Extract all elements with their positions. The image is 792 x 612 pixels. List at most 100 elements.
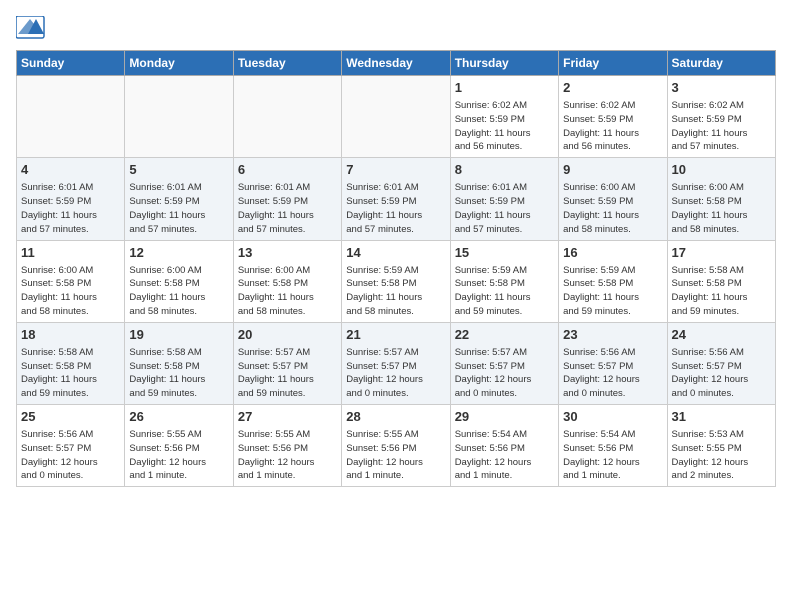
day-info: Sunrise: 5:57 AM Sunset: 5:57 PM Dayligh… bbox=[346, 346, 445, 401]
calendar-cell: 23 Sunrise: 5:56 AM Sunset: 5:57 PM Dayli… bbox=[559, 322, 667, 404]
day-number: 12 bbox=[129, 244, 228, 262]
day-info: Sunrise: 6:00 AM Sunset: 5:58 PM Dayligh… bbox=[129, 264, 228, 319]
day-number: 5 bbox=[129, 161, 228, 179]
calendar-body: 1 Sunrise: 6:02 AM Sunset: 5:59 PM Daylig… bbox=[17, 76, 776, 487]
day-info: Sunrise: 6:02 AM Sunset: 5:59 PM Dayligh… bbox=[455, 99, 554, 154]
day-info: Sunrise: 6:02 AM Sunset: 5:59 PM Dayligh… bbox=[563, 99, 662, 154]
calendar-cell: 15 Sunrise: 5:59 AM Sunset: 5:58 PM Dayli… bbox=[450, 240, 558, 322]
day-info: Sunrise: 5:59 AM Sunset: 5:58 PM Dayligh… bbox=[346, 264, 445, 319]
calendar-cell: 8Sunrise: 6:01 AM Sunset: 5:59 PM Daylig… bbox=[450, 158, 558, 240]
calendar-cell: 5 Sunrise: 6:01 AM Sunset: 5:59 PM Daylig… bbox=[125, 158, 233, 240]
calendar-cell bbox=[125, 76, 233, 158]
day-number: 1 bbox=[455, 79, 554, 97]
day-info: Sunrise: 5:56 AM Sunset: 5:57 PM Dayligh… bbox=[21, 428, 120, 483]
calendar-cell: 31 Sunrise: 5:53 AM Sunset: 5:55 PM Dayli… bbox=[667, 405, 775, 487]
day-number: 30 bbox=[563, 408, 662, 426]
calendar-cell bbox=[17, 76, 125, 158]
day-info: Sunrise: 5:57 AM Sunset: 5:57 PM Dayligh… bbox=[238, 346, 337, 401]
day-number: 7 bbox=[346, 161, 445, 179]
calendar-cell: 26Sunrise: 5:55 AM Sunset: 5:56 PM Dayli… bbox=[125, 405, 233, 487]
day-number: 27 bbox=[238, 408, 337, 426]
day-info: Sunrise: 6:00 AM Sunset: 5:59 PM Dayligh… bbox=[563, 181, 662, 236]
day-number: 18 bbox=[21, 326, 120, 344]
week-row-5: 25 Sunrise: 5:56 AM Sunset: 5:57 PM Dayli… bbox=[17, 405, 776, 487]
day-header-saturday: Saturday bbox=[667, 51, 775, 76]
calendar-cell: 10 Sunrise: 6:00 AM Sunset: 5:58 PM Dayli… bbox=[667, 158, 775, 240]
header-row: SundayMondayTuesdayWednesdayThursdayFrid… bbox=[17, 51, 776, 76]
calendar-cell: 12 Sunrise: 6:00 AM Sunset: 5:58 PM Dayli… bbox=[125, 240, 233, 322]
day-number: 6 bbox=[238, 161, 337, 179]
week-row-4: 18 Sunrise: 5:58 AM Sunset: 5:58 PM Dayli… bbox=[17, 322, 776, 404]
day-number: 3 bbox=[672, 79, 771, 97]
calendar-cell: 3Sunrise: 6:02 AM Sunset: 5:59 PM Daylig… bbox=[667, 76, 775, 158]
calendar-cell: 4 Sunrise: 6:01 AM Sunset: 5:59 PM Daylig… bbox=[17, 158, 125, 240]
day-number: 28 bbox=[346, 408, 445, 426]
logo-icon bbox=[16, 16, 46, 40]
calendar-cell: 1 Sunrise: 6:02 AM Sunset: 5:59 PM Daylig… bbox=[450, 76, 558, 158]
day-info: Sunrise: 6:00 AM Sunset: 5:58 PM Dayligh… bbox=[238, 264, 337, 319]
day-info: Sunrise: 5:54 AM Sunset: 5:56 PM Dayligh… bbox=[563, 428, 662, 483]
calendar-cell: 13Sunrise: 6:00 AM Sunset: 5:58 PM Dayli… bbox=[233, 240, 341, 322]
day-header-wednesday: Wednesday bbox=[342, 51, 450, 76]
day-info: Sunrise: 6:01 AM Sunset: 5:59 PM Dayligh… bbox=[129, 181, 228, 236]
calendar-header: SundayMondayTuesdayWednesdayThursdayFrid… bbox=[17, 51, 776, 76]
day-info: Sunrise: 5:57 AM Sunset: 5:57 PM Dayligh… bbox=[455, 346, 554, 401]
calendar-cell: 24 Sunrise: 5:56 AM Sunset: 5:57 PM Dayli… bbox=[667, 322, 775, 404]
day-number: 15 bbox=[455, 244, 554, 262]
day-info: Sunrise: 6:01 AM Sunset: 5:59 PM Dayligh… bbox=[346, 181, 445, 236]
page-header bbox=[16, 16, 776, 40]
day-number: 19 bbox=[129, 326, 228, 344]
day-number: 16 bbox=[563, 244, 662, 262]
calendar-cell: 21Sunrise: 5:57 AM Sunset: 5:57 PM Dayli… bbox=[342, 322, 450, 404]
day-number: 25 bbox=[21, 408, 120, 426]
day-info: Sunrise: 5:59 AM Sunset: 5:58 PM Dayligh… bbox=[455, 264, 554, 319]
calendar-cell: 11Sunrise: 6:00 AM Sunset: 5:58 PM Dayli… bbox=[17, 240, 125, 322]
calendar-cell: 2 Sunrise: 6:02 AM Sunset: 5:59 PM Daylig… bbox=[559, 76, 667, 158]
day-number: 23 bbox=[563, 326, 662, 344]
calendar-cell: 19Sunrise: 5:58 AM Sunset: 5:58 PM Dayli… bbox=[125, 322, 233, 404]
calendar-cell: 30 Sunrise: 5:54 AM Sunset: 5:56 PM Dayli… bbox=[559, 405, 667, 487]
day-header-monday: Monday bbox=[125, 51, 233, 76]
day-number: 31 bbox=[672, 408, 771, 426]
day-info: Sunrise: 5:56 AM Sunset: 5:57 PM Dayligh… bbox=[563, 346, 662, 401]
calendar-cell: 25 Sunrise: 5:56 AM Sunset: 5:57 PM Dayli… bbox=[17, 405, 125, 487]
calendar-cell bbox=[233, 76, 341, 158]
day-info: Sunrise: 5:54 AM Sunset: 5:56 PM Dayligh… bbox=[455, 428, 554, 483]
day-number: 4 bbox=[21, 161, 120, 179]
day-number: 2 bbox=[563, 79, 662, 97]
week-row-2: 4 Sunrise: 6:01 AM Sunset: 5:59 PM Daylig… bbox=[17, 158, 776, 240]
day-info: Sunrise: 6:00 AM Sunset: 5:58 PM Dayligh… bbox=[21, 264, 120, 319]
calendar-cell: 28 Sunrise: 5:55 AM Sunset: 5:56 PM Dayli… bbox=[342, 405, 450, 487]
calendar-cell: 6 Sunrise: 6:01 AM Sunset: 5:59 PM Daylig… bbox=[233, 158, 341, 240]
calendar-cell: 22 Sunrise: 5:57 AM Sunset: 5:57 PM Dayli… bbox=[450, 322, 558, 404]
calendar-cell: 20 Sunrise: 5:57 AM Sunset: 5:57 PM Dayli… bbox=[233, 322, 341, 404]
day-number: 24 bbox=[672, 326, 771, 344]
day-number: 10 bbox=[672, 161, 771, 179]
day-info: Sunrise: 6:01 AM Sunset: 5:59 PM Dayligh… bbox=[21, 181, 120, 236]
day-number: 8 bbox=[455, 161, 554, 179]
week-row-3: 11Sunrise: 6:00 AM Sunset: 5:58 PM Dayli… bbox=[17, 240, 776, 322]
day-info: Sunrise: 6:00 AM Sunset: 5:58 PM Dayligh… bbox=[672, 181, 771, 236]
calendar-cell: 29Sunrise: 5:54 AM Sunset: 5:56 PM Dayli… bbox=[450, 405, 558, 487]
day-info: Sunrise: 5:58 AM Sunset: 5:58 PM Dayligh… bbox=[21, 346, 120, 401]
day-info: Sunrise: 6:01 AM Sunset: 5:59 PM Dayligh… bbox=[238, 181, 337, 236]
day-info: Sunrise: 5:55 AM Sunset: 5:56 PM Dayligh… bbox=[346, 428, 445, 483]
day-header-sunday: Sunday bbox=[17, 51, 125, 76]
day-number: 20 bbox=[238, 326, 337, 344]
day-info: Sunrise: 5:55 AM Sunset: 5:56 PM Dayligh… bbox=[238, 428, 337, 483]
day-number: 22 bbox=[455, 326, 554, 344]
day-header-tuesday: Tuesday bbox=[233, 51, 341, 76]
day-info: Sunrise: 5:58 AM Sunset: 5:58 PM Dayligh… bbox=[672, 264, 771, 319]
day-number: 14 bbox=[346, 244, 445, 262]
day-number: 26 bbox=[129, 408, 228, 426]
calendar-cell: 27 Sunrise: 5:55 AM Sunset: 5:56 PM Dayli… bbox=[233, 405, 341, 487]
day-header-friday: Friday bbox=[559, 51, 667, 76]
calendar-cell: 14 Sunrise: 5:59 AM Sunset: 5:58 PM Dayli… bbox=[342, 240, 450, 322]
logo bbox=[16, 16, 50, 40]
calendar-cell: 18 Sunrise: 5:58 AM Sunset: 5:58 PM Dayli… bbox=[17, 322, 125, 404]
calendar-cell: 17Sunrise: 5:58 AM Sunset: 5:58 PM Dayli… bbox=[667, 240, 775, 322]
day-info: Sunrise: 5:53 AM Sunset: 5:55 PM Dayligh… bbox=[672, 428, 771, 483]
day-info: Sunrise: 5:56 AM Sunset: 5:57 PM Dayligh… bbox=[672, 346, 771, 401]
calendar: SundayMondayTuesdayWednesdayThursdayFrid… bbox=[16, 50, 776, 487]
calendar-cell bbox=[342, 76, 450, 158]
